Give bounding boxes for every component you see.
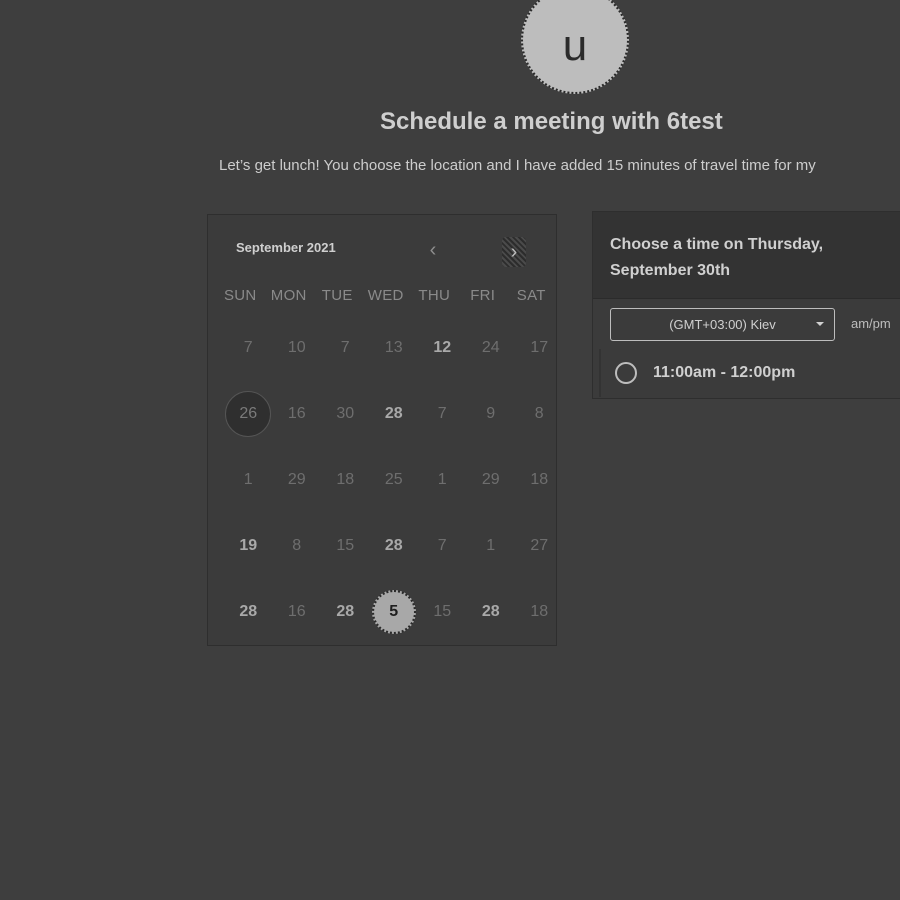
time-format-toggle[interactable]: am/pm — [851, 316, 891, 331]
day-number: 8 — [292, 537, 302, 554]
day-number: 16 — [287, 405, 306, 422]
calendar-day: 18 — [321, 447, 370, 513]
day-number: 24 — [481, 339, 500, 356]
calendar-day: 29 — [273, 447, 322, 513]
weekday-label: TUE — [321, 287, 353, 304]
time-panel-header: Choose a time on Thursday, September 30t… — [593, 212, 900, 299]
day-number: 28 — [481, 603, 500, 620]
calendar-day: 16 — [273, 381, 322, 447]
page-title: Schedule a meeting with 6test — [380, 108, 723, 135]
day-number: 15 — [433, 603, 452, 620]
calendar-day: 15 — [321, 513, 370, 579]
day-number: 18 — [530, 471, 549, 488]
radio-button[interactable] — [615, 362, 637, 384]
chevron-right-icon[interactable]: › — [502, 237, 526, 267]
day-number: 7 — [243, 339, 253, 356]
calendar-day: 27 — [515, 513, 564, 579]
page-description: Let’s get lunch! You choose the location… — [219, 157, 816, 174]
calendar-day: 17 — [515, 315, 564, 381]
calendar-day: 7 — [418, 513, 467, 579]
timezone-value: (GMT+03:00) Kiev — [669, 317, 776, 332]
calendar-day: 16 — [273, 579, 322, 645]
avatar: u — [521, 0, 629, 94]
day-number: 17 — [530, 339, 549, 356]
day-number: 5 — [371, 590, 416, 634]
day-number: 1 — [486, 537, 496, 554]
calendar-day-available[interactable]: 28 — [224, 579, 273, 645]
day-number: 9 — [486, 405, 496, 422]
calendar-month-label: September 2021 — [236, 240, 336, 255]
weekday-label: THU — [418, 287, 451, 304]
time-slot-label: 11:00am - 12:00pm — [653, 364, 796, 381]
calendar-day-selected[interactable]: 5 — [370, 579, 419, 645]
time-slot-option[interactable]: 11:00am - 12:00pm — [599, 349, 900, 397]
caret-down-icon — [816, 322, 824, 326]
time-panel-heading: Choose a time on Thursday, September 30t… — [610, 236, 824, 279]
calendar-day: 9 — [467, 381, 516, 447]
day-number: 16 — [287, 603, 306, 620]
calendar-day: 13 — [370, 315, 419, 381]
calendar-day: 10 — [273, 315, 322, 381]
weekday-label: SUN — [223, 287, 257, 304]
day-number: 19 — [239, 537, 258, 554]
calendar-day: 1 — [224, 447, 273, 513]
day-number: 28 — [384, 537, 403, 554]
day-number: 12 — [433, 339, 452, 356]
calendar-day-available[interactable]: 28 — [370, 513, 419, 579]
scheduling-page: u Schedule a meeting with 6test Let’s ge… — [0, 0, 900, 900]
calendar-day-available[interactable]: 28 — [321, 579, 370, 645]
calendar-day-grid: 7 10 7 13 12 24 17 26 16 30 28 7 9 8 1 2… — [224, 315, 554, 645]
calendar-day-available[interactable]: 19 — [224, 513, 273, 579]
day-number: 1 — [243, 471, 253, 488]
calendar-day: 25 — [370, 447, 419, 513]
calendar-day: 30 — [321, 381, 370, 447]
calendar-day-available[interactable]: 12 — [418, 315, 467, 381]
weekday-label: MON — [270, 287, 307, 304]
calendar-day: 29 — [467, 447, 516, 513]
calendar-day-today: 26 — [224, 381, 273, 447]
day-number: 7 — [437, 405, 447, 422]
avatar-initial: u — [562, 21, 588, 70]
calendar-day: 15 — [418, 579, 467, 645]
day-number: 28 — [384, 405, 403, 422]
day-number: 27 — [530, 537, 549, 554]
day-number: 13 — [384, 339, 403, 356]
calendar-day: 8 — [515, 381, 564, 447]
day-number: 29 — [481, 471, 500, 488]
day-number: 28 — [239, 603, 258, 620]
day-number: 8 — [534, 405, 544, 422]
day-number: 7 — [437, 537, 447, 554]
day-number: 29 — [287, 471, 306, 488]
calendar-day: 1 — [467, 513, 516, 579]
day-number: 30 — [336, 405, 355, 422]
calendar-day-available[interactable]: 28 — [370, 381, 419, 447]
calendar-day: 8 — [273, 513, 322, 579]
calendar-day-available[interactable]: 28 — [467, 579, 516, 645]
calendar-day: 18 — [515, 447, 564, 513]
day-number: 15 — [336, 537, 355, 554]
day-number: 7 — [340, 339, 350, 356]
timezone-select[interactable]: (GMT+03:00) Kiev — [610, 308, 835, 341]
day-number: 26 — [225, 391, 272, 437]
calendar: September 2021 ‹ › SUN MON TUE WED THU F… — [207, 214, 557, 646]
day-number: 18 — [336, 471, 355, 488]
calendar-day: 1 — [418, 447, 467, 513]
calendar-day: 7 — [321, 315, 370, 381]
day-number: 28 — [336, 603, 355, 620]
calendar-weekday-header: SUN MON TUE WED THU FRI SAT — [216, 287, 556, 304]
weekday-label: FRI — [470, 287, 496, 304]
day-number: 1 — [437, 471, 447, 488]
calendar-day: 18 — [515, 579, 564, 645]
calendar-day: 7 — [418, 381, 467, 447]
day-number: 25 — [384, 471, 403, 488]
weekday-label: SAT — [516, 287, 546, 304]
chevron-left-icon[interactable]: ‹ — [423, 239, 443, 261]
day-number: 18 — [530, 603, 549, 620]
calendar-day: 24 — [467, 315, 516, 381]
calendar-day: 7 — [224, 315, 273, 381]
weekday-label: WED — [367, 287, 404, 304]
day-number: 10 — [287, 339, 306, 356]
time-selection-panel: Choose a time on Thursday, September 30t… — [592, 211, 900, 399]
